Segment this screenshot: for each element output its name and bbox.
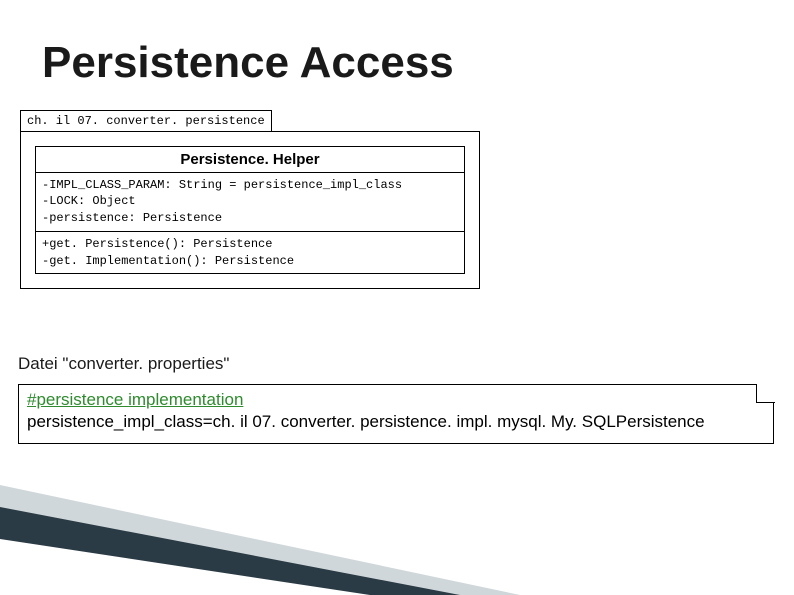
uml-package: ch. il 07. converter. persistence Persis… (20, 110, 480, 289)
class-name: Persistence. Helper (36, 147, 464, 173)
class-operations: +get. Persistence(): Persistence -get. I… (36, 232, 464, 274)
attribute-row: -persistence: Persistence (42, 210, 458, 227)
class-box: Persistence. Helper -IMPL_CLASS_PARAM: S… (35, 146, 465, 275)
operation-row: -get. Implementation(): Persistence (42, 253, 458, 270)
attribute-row: -IMPL_CLASS_PARAM: String = persistence_… (42, 177, 458, 194)
slide-decoration (0, 485, 794, 595)
properties-line: persistence_impl_class=ch. il 07. conver… (27, 411, 765, 433)
file-label: Datei "converter. properties" (18, 354, 229, 374)
attribute-row: -LOCK: Object (42, 193, 458, 210)
package-body: Persistence. Helper -IMPL_CLASS_PARAM: S… (20, 131, 480, 290)
package-tab: ch. il 07. converter. persistence (20, 110, 272, 132)
class-attributes: -IMPL_CLASS_PARAM: String = persistence_… (36, 173, 464, 232)
operation-row: +get. Persistence(): Persistence (42, 236, 458, 253)
page-title: Persistence Access (42, 38, 454, 88)
properties-box: #persistence implementation persistence_… (18, 384, 774, 444)
properties-comment: #persistence implementation (27, 389, 765, 411)
